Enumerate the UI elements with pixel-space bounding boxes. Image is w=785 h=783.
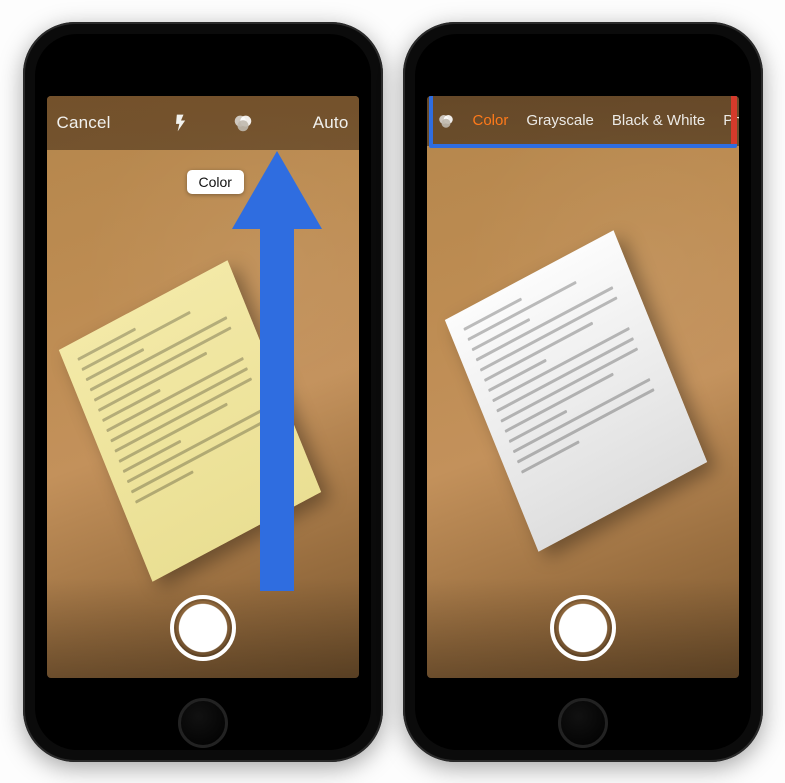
auto-mode-button[interactable]: Auto (313, 113, 349, 133)
cancel-button[interactable]: Cancel (57, 113, 111, 133)
shutter-button[interactable] (550, 595, 616, 661)
filter-option-bar: Color Grayscale Black & White Photo (427, 96, 739, 146)
shutter-bar (47, 578, 359, 678)
home-button[interactable] (558, 698, 608, 748)
shutter-bar (427, 578, 739, 678)
scanned-document (58, 260, 320, 581)
filter-option-grayscale[interactable]: Grayscale (526, 112, 594, 129)
phone-frame-left: Cancel Auto Color (23, 22, 383, 762)
screen-left: Cancel Auto Color (47, 96, 359, 678)
filter-option-black-white[interactable]: Black & White (612, 112, 705, 129)
screen-right: Color Grayscale Black & White Photo (427, 96, 739, 678)
home-button[interactable] (178, 698, 228, 748)
filter-tooltip: Color (187, 170, 244, 194)
scanned-document (444, 230, 706, 551)
filter-option-color[interactable]: Color (473, 112, 509, 129)
filter-icon[interactable] (229, 109, 257, 137)
flash-icon[interactable] (167, 109, 195, 137)
filter-icon[interactable] (437, 107, 455, 135)
scanner-toolbar: Cancel Auto (47, 96, 359, 150)
shutter-button[interactable] (170, 595, 236, 661)
filter-option-photo[interactable]: Photo (723, 112, 738, 129)
phone-frame-right: Color Grayscale Black & White Photo (403, 22, 763, 762)
